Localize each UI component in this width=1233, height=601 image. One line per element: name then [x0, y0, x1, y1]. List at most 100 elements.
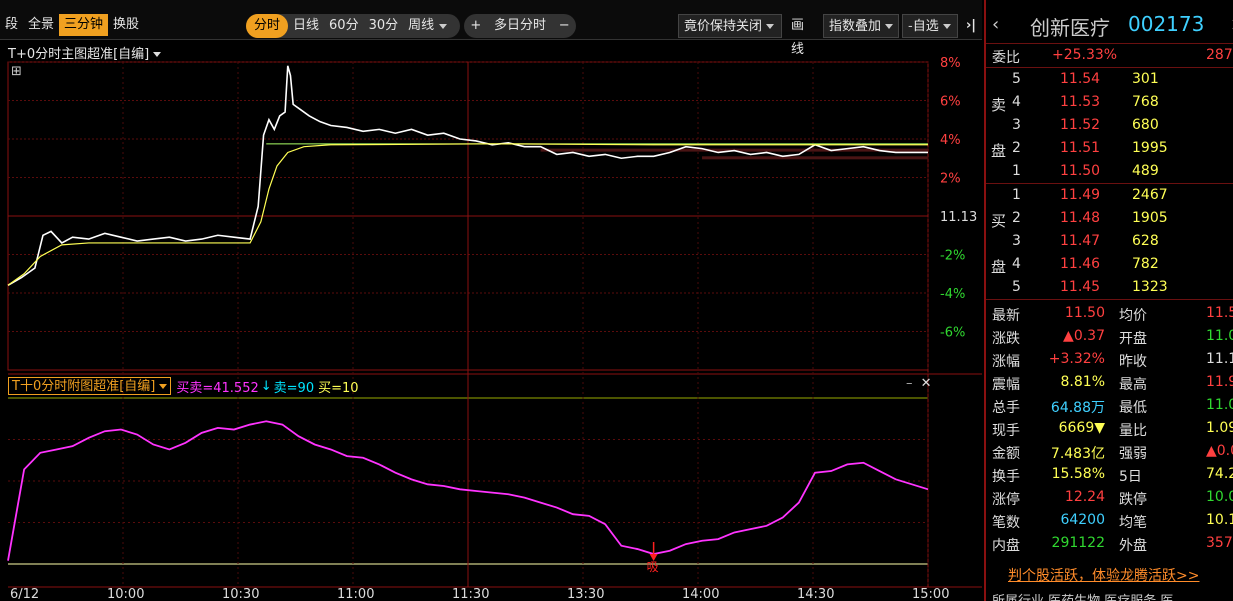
time-tick-label: 11:30	[452, 587, 489, 601]
stat-label: 跌停	[1119, 492, 1147, 508]
stat-value: 12.24	[1064, 489, 1105, 505]
view-tab-3[interactable]: 换股	[108, 14, 144, 36]
order-book-row[interactable]: 4 11.46 782	[986, 253, 1233, 276]
index-overlay-label: 指数叠加	[829, 19, 882, 34]
sub-chart-title-select[interactable]: T十0分时附图超准[自编]	[8, 377, 172, 395]
order-book-row[interactable]: 4 11.53 768	[986, 91, 1233, 114]
pct-tick-label: 8%	[940, 56, 961, 71]
main-chart-title-text: T+0分时主图超准[自编]	[8, 47, 150, 62]
stat-value: +3.32%	[1048, 351, 1105, 367]
stat-row: 内盘 291122 外盘 357682	[986, 532, 1233, 555]
order-book-row[interactable]: 3 11.52 680	[986, 114, 1233, 137]
stat-label: 总手	[992, 400, 1020, 416]
time-tick-label: 11:00	[337, 587, 374, 601]
order-book-row[interactable]: 1 11.49 2467	[986, 184, 1233, 207]
chart-area: 8% 6% 4% 2% -2% -4% -6% 11.13 ⊞ 6/12 10:00 10:30 11:…	[0, 40, 982, 601]
intraday-chart[interactable]: 8% 6% 4% 2% -2% -4% -6% 11.13 ⊞ 6/12 10:00 10:30 11:…	[0, 40, 982, 601]
stat-label: 5日	[1119, 469, 1142, 485]
multi-day-control: + 多日分时 −	[464, 14, 576, 38]
multi-day-plus-button[interactable]: +	[465, 14, 486, 38]
stat-value: 15.58%	[1051, 466, 1105, 482]
stat-value: ▲0.06	[1206, 443, 1233, 459]
top-toolbar: 段全景 三分钟 换股 分时 日线 60分 30分 周线 + 多日分时 − 竟价保持关闭 画线…	[0, 0, 982, 57]
stat-row: 最新 11.50 均价 11.53	[986, 302, 1233, 325]
view-tab-0[interactable]: 段	[0, 14, 23, 36]
order-book-row[interactable]: 5 11.54 301	[986, 68, 1233, 91]
stat-label: 开盘	[1119, 331, 1147, 347]
auction-select[interactable]: 竟价保持关闭	[678, 14, 782, 38]
order-level: 4	[1012, 256, 1021, 272]
order-book-row[interactable]: 2 11.48 1905	[986, 207, 1233, 230]
period-tab-4[interactable]: 周线	[403, 14, 439, 38]
stat-label: 均笔	[1119, 515, 1147, 531]
time-tick-label: 6/12	[10, 587, 39, 601]
stat-value: 7.483亿	[1050, 446, 1105, 462]
collapse-panel-icon[interactable]: ›|	[961, 14, 981, 38]
view-tab-1[interactable]: 全景	[23, 14, 59, 36]
period-tab-3[interactable]: 30分	[364, 14, 404, 38]
chevron-down-icon	[439, 23, 448, 29]
quote-panel: ‹ 创新医疗 002173 × 委比 +25.33% 2872 卖 盘 511.…	[984, 0, 1233, 601]
industry-info: 所属行业 医药生物 医疗服务 医	[992, 590, 1173, 601]
stat-value: 11.13	[1206, 351, 1233, 367]
stat-value: 8.81%	[1060, 374, 1105, 390]
order-book-row[interactable]: 3 11.47 628	[986, 230, 1233, 253]
stat-label: 震幅	[992, 377, 1020, 393]
order-level: 4	[1012, 94, 1021, 110]
order-book-row[interactable]: 2 11.51 1995	[986, 137, 1233, 160]
signal-label: 吸	[647, 560, 659, 574]
stat-value: 10.02	[1206, 489, 1233, 505]
multi-day-minus-button[interactable]: −	[554, 14, 575, 38]
order-volume: 1995	[1132, 140, 1168, 156]
order-level: 5	[1012, 279, 1021, 295]
prev-close-label: 11.13	[940, 210, 977, 225]
period-tab-0[interactable]: 分时	[246, 14, 289, 38]
period-tab-2[interactable]: 60分	[324, 14, 364, 38]
time-tick-label: 14:30	[797, 587, 834, 601]
minimize-icon[interactable]: –	[906, 376, 913, 391]
buy-value: 买=10	[318, 380, 359, 396]
order-price: 11.54	[1060, 71, 1101, 87]
pct-tick-label: 6%	[940, 95, 961, 110]
stat-label: 笔数	[992, 515, 1020, 531]
pct-tick-label: 2%	[940, 172, 961, 187]
view-tab-2[interactable]: 三分钟	[59, 14, 109, 36]
stat-value: 11.00	[1206, 397, 1233, 413]
order-level: 2	[1012, 210, 1021, 226]
stat-label: 内盘	[992, 538, 1020, 554]
chevron-down-icon	[885, 24, 894, 29]
order-volume: 1323	[1132, 279, 1168, 295]
stat-value: 11.50	[1064, 305, 1105, 321]
order-volume: 782	[1132, 256, 1159, 272]
index-overlay-select[interactable]: 指数叠加	[823, 14, 899, 38]
pressure-band	[702, 156, 928, 160]
multi-day-label[interactable]: 多日分时	[489, 14, 551, 38]
draw-line-button[interactable]: 画线	[786, 14, 820, 57]
stat-label: 最低	[1119, 400, 1147, 416]
stat-value: 357682	[1206, 535, 1233, 551]
stat-value: 11.53	[1206, 305, 1233, 321]
order-ratio-label: 委比	[992, 50, 1020, 66]
buy-order-book: 买 盘 1 11.49 2467 2 11.48 1905 3 11.47 628 4 11.46 7…	[986, 184, 1233, 300]
view-mode-tabs: 段全景 三分钟 换股	[0, 14, 144, 36]
sub-chart-header: T十0分时附图超准[自编] 买卖=41.552 ↓ 卖=90 买=10	[8, 376, 359, 396]
close-icon[interactable]: ✕	[921, 376, 932, 391]
back-icon[interactable]: ‹	[992, 14, 999, 35]
period-tab-1[interactable]: 日线	[288, 14, 324, 38]
order-level: 3	[1012, 117, 1021, 133]
chevron-down-icon	[153, 52, 162, 57]
order-price: 11.49	[1060, 187, 1101, 203]
stock-code: 002173	[1128, 12, 1205, 36]
stat-row: 涨停 12.24 跌停 10.02	[986, 486, 1233, 509]
promo-link[interactable]: 判个股活跃，体验龙腾活跃>>	[1008, 565, 1199, 585]
order-book-row[interactable]: 1 11.50 489	[986, 160, 1233, 183]
stat-value: 1.09	[1206, 420, 1233, 436]
main-chart-title[interactable]: T+0分时主图超准[自编]	[8, 43, 162, 62]
order-book-row[interactable]: 5 11.45 1323	[986, 276, 1233, 299]
order-volume: 2467	[1132, 187, 1168, 203]
time-tick-label: 10:30	[222, 587, 259, 601]
pct-tick-label: -4%	[940, 287, 965, 302]
stat-row: 换手 15.58% 5日 74.22%	[986, 463, 1233, 486]
watchlist-select[interactable]: -自选	[902, 14, 958, 38]
stat-value: 11.04	[1206, 328, 1233, 344]
